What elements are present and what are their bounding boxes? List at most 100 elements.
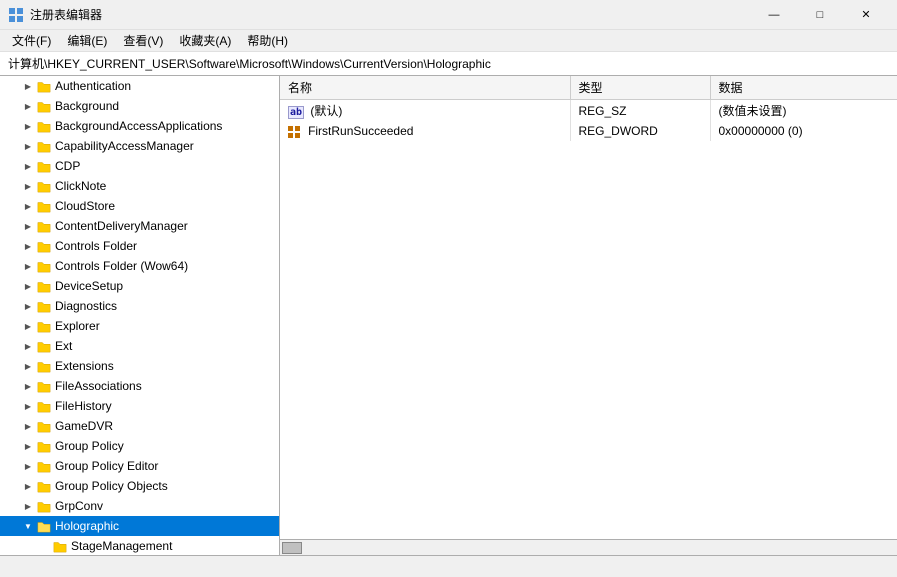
tree-item-grouppolicyobjects[interactable]: Group Policy Objects: [0, 476, 279, 496]
tree-item-diagnostics[interactable]: Diagnostics: [0, 296, 279, 316]
expand-icon-background[interactable]: [20, 98, 36, 114]
tree-item-holographic[interactable]: Holographic: [0, 516, 279, 536]
expand-icon-diagnostics[interactable]: [20, 298, 36, 314]
folder-icon-capabilityaccess: [36, 138, 52, 154]
folder-icon-gamedvr: [36, 418, 52, 434]
expand-icon-gamedvr[interactable]: [20, 418, 36, 434]
tree-label-grouppolicy: Group Policy: [55, 439, 124, 453]
tree-item-stagemanagement[interactable]: StageManagement: [0, 536, 279, 555]
tree-item-background[interactable]: Background: [0, 96, 279, 116]
expand-icon-grouppolicyeditor[interactable]: [20, 458, 36, 474]
tree-item-bgaccessapps[interactable]: BackgroundAccessApplications: [0, 116, 279, 136]
tree-label-fileassociations: FileAssociations: [55, 379, 142, 393]
minimize-button[interactable]: —: [751, 0, 797, 30]
expand-icon-grouppolicy[interactable]: [20, 438, 36, 454]
tree-label-controlsfolderwow: Controls Folder (Wow64): [55, 259, 188, 273]
expand-icon-controlsfolderwow[interactable]: [20, 258, 36, 274]
tree-label-holographic: Holographic: [55, 519, 119, 533]
tree-item-filehistory[interactable]: FileHistory: [0, 396, 279, 416]
cell-name-firstrun: FirstRunSucceeded: [280, 121, 570, 141]
expand-icon-grpconv[interactable]: [20, 498, 36, 514]
expand-icon-extensions[interactable]: [20, 358, 36, 374]
tree-item-contentdelivery[interactable]: ContentDeliveryManager: [0, 216, 279, 236]
expand-icon-holographic[interactable]: [20, 518, 36, 534]
address-path[interactable]: 计算机\HKEY_CURRENT_USER\Software\Microsoft…: [8, 55, 491, 72]
menu-file[interactable]: 文件(F): [4, 30, 59, 51]
expand-icon-grouppolicyobjects[interactable]: [20, 478, 36, 494]
tree-item-fileassociations[interactable]: FileAssociations: [0, 376, 279, 396]
folder-icon-grouppolicyobjects: [36, 478, 52, 494]
folder-icon-cloudstore: [36, 198, 52, 214]
folder-icon-stagemanagement: [52, 538, 68, 554]
expand-icon-cloudstore[interactable]: [20, 198, 36, 214]
tree-item-gamedvr[interactable]: GameDVR: [0, 416, 279, 436]
tree-item-clicknote[interactable]: ClickNote: [0, 176, 279, 196]
tree-label-background: Background: [55, 99, 119, 113]
table-row[interactable]: FirstRunSucceeded REG_DWORD 0x00000000 (…: [280, 121, 897, 141]
tree-item-grpconv[interactable]: GrpConv: [0, 496, 279, 516]
menu-edit[interactable]: 编辑(E): [59, 30, 115, 51]
tree-item-capabilityaccess[interactable]: CapabilityAccessManager: [0, 136, 279, 156]
folder-icon-authentication: [36, 78, 52, 94]
tree-item-cdp[interactable]: CDP: [0, 156, 279, 176]
cell-data-firstrun: 0x00000000 (0): [710, 121, 897, 141]
tree-item-controlsfolder[interactable]: Controls Folder: [0, 236, 279, 256]
expand-icon-clicknote[interactable]: [20, 178, 36, 194]
expand-icon-bgaccessapps[interactable]: [20, 118, 36, 134]
tree-item-explorer[interactable]: Explorer: [0, 316, 279, 336]
folder-icon-bgaccessapps: [36, 118, 52, 134]
table-row[interactable]: ab (默认) REG_SZ (数值未设置): [280, 100, 897, 122]
folder-icon-fileassociations: [36, 378, 52, 394]
tree-label-cloudstore: CloudStore: [55, 199, 115, 213]
cell-type-default: REG_SZ: [570, 100, 710, 122]
expand-icon-devicesetup[interactable]: [20, 278, 36, 294]
menu-help[interactable]: 帮助(H): [239, 30, 296, 51]
tree-label-contentdelivery: ContentDeliveryManager: [55, 219, 188, 233]
expand-icon-fileassociations[interactable]: [20, 378, 36, 394]
expand-icon-filehistory[interactable]: [20, 398, 36, 414]
menu-view[interactable]: 查看(V): [115, 30, 171, 51]
tree-item-extensions[interactable]: Extensions: [0, 356, 279, 376]
tree-label-grouppolicyobjects: Group Policy Objects: [55, 479, 168, 493]
maximize-button[interactable]: □: [797, 0, 843, 30]
expand-icon-explorer[interactable]: [20, 318, 36, 334]
tree-item-grouppolicy[interactable]: Group Policy: [0, 436, 279, 456]
tree-item-authentication[interactable]: Authentication: [0, 76, 279, 96]
expand-icon-cdp[interactable]: [20, 158, 36, 174]
window-controls: — □ ✕: [751, 0, 889, 30]
tree-item-ext[interactable]: Ext: [0, 336, 279, 356]
folder-icon-background: [36, 98, 52, 114]
folder-icon-controlsfolder: [36, 238, 52, 254]
values-table-container[interactable]: 名称 类型 数据 ab (默认) REG_SZ (数值未设置): [280, 76, 897, 539]
tree-label-bgaccessapps: BackgroundAccessApplications: [55, 119, 222, 133]
tree-label-devicesetup: DeviceSetup: [55, 279, 123, 293]
tree-label-cdp: CDP: [55, 159, 80, 173]
tree-content[interactable]: Authentication Background BackgroundAcce…: [0, 76, 279, 555]
folder-icon-devicesetup: [36, 278, 52, 294]
col-header-type[interactable]: 类型: [570, 76, 710, 100]
close-button[interactable]: ✕: [843, 0, 889, 30]
tree-label-gamedvr: GameDVR: [55, 419, 113, 433]
cell-data-default: (数值未设置): [710, 100, 897, 122]
horizontal-scrollbar[interactable]: [280, 539, 897, 555]
folder-icon-grpconv: [36, 498, 52, 514]
folder-icon-contentdelivery: [36, 218, 52, 234]
expand-icon-capabilityaccess[interactable]: [20, 138, 36, 154]
cell-type-firstrun: REG_DWORD: [570, 121, 710, 141]
menu-favorites[interactable]: 收藏夹(A): [171, 30, 239, 51]
expand-icon-ext[interactable]: [20, 338, 36, 354]
col-header-data[interactable]: 数据: [710, 76, 897, 100]
tree-item-controlsfolderwow[interactable]: Controls Folder (Wow64): [0, 256, 279, 276]
tree-item-grouppolicyeditor[interactable]: Group Policy Editor: [0, 456, 279, 476]
tree-item-cloudstore[interactable]: CloudStore: [0, 196, 279, 216]
menu-bar: 文件(F) 编辑(E) 查看(V) 收藏夹(A) 帮助(H): [0, 30, 897, 52]
expand-icon-authentication[interactable]: [20, 78, 36, 94]
tree-item-devicesetup[interactable]: DeviceSetup: [0, 276, 279, 296]
col-header-name[interactable]: 名称: [280, 76, 570, 100]
expand-icon-contentdelivery[interactable]: [20, 218, 36, 234]
expand-icon-controlsfolder[interactable]: [20, 238, 36, 254]
tree-label-extensions: Extensions: [55, 359, 114, 373]
tree-label-ext: Ext: [55, 339, 72, 353]
folder-icon-grouppolicy: [36, 438, 52, 454]
ab-icon: ab: [288, 106, 304, 119]
